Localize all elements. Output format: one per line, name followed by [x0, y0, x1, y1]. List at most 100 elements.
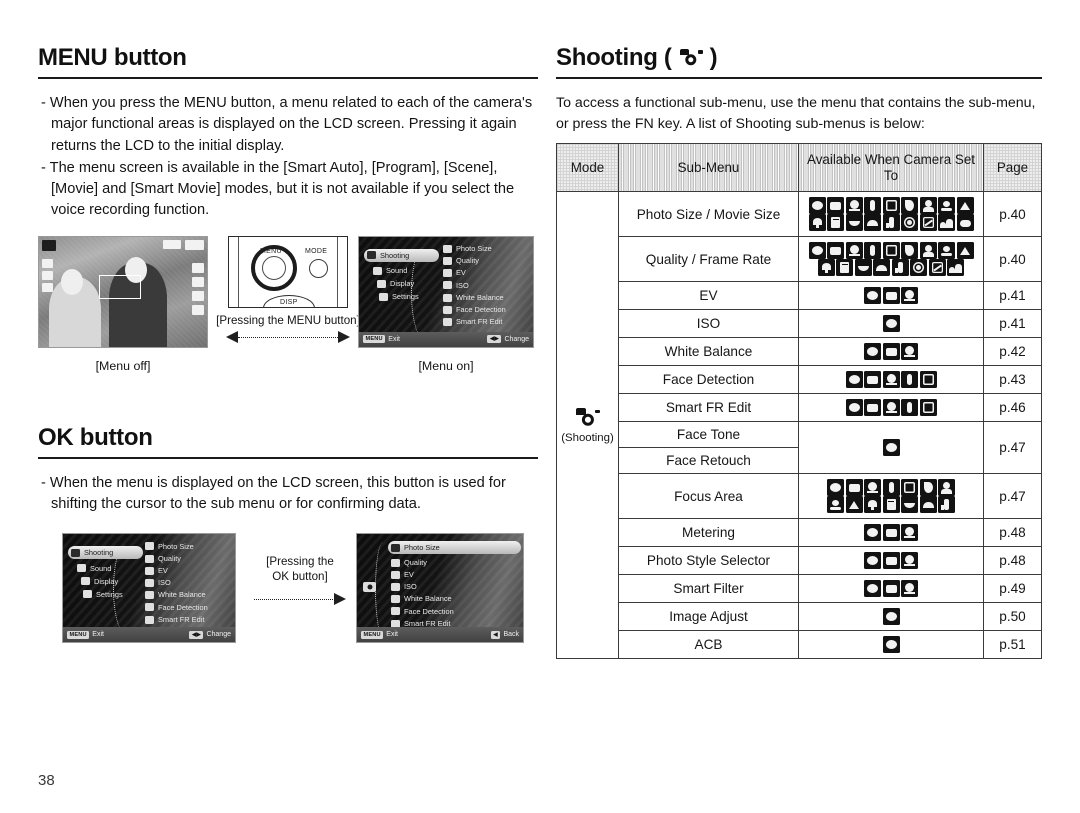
mode-availability-icon: [882, 287, 900, 305]
menu-item-display[interactable]: Display: [377, 280, 439, 288]
ok-menu-item-settings[interactable]: Settings: [83, 590, 143, 599]
availability-cell: [798, 309, 984, 339]
submenu-item-photo-size[interactable]: Photo Size: [443, 244, 533, 253]
submenu-item-quality[interactable]: Quality: [443, 256, 533, 266]
mode-availability-icon: [882, 580, 900, 598]
photo-size-icon: [145, 542, 154, 551]
mode-availability-icon: [901, 371, 918, 389]
ok-after-exit-action[interactable]: MENU Exit: [361, 630, 398, 639]
menu-change-action[interactable]: ◀▶ Change: [487, 335, 529, 344]
iso-icon: [443, 281, 452, 290]
ok-menu-item-display[interactable]: Display: [81, 577, 143, 586]
camera-icon: [676, 47, 706, 69]
mode-availability-icon: [882, 636, 900, 654]
dpad-icon: ◀▶: [189, 630, 204, 639]
submenu-item-face-detection[interactable]: Face Detection: [443, 305, 533, 315]
ok-menu-change-action[interactable]: ◀▶ Change: [189, 630, 231, 639]
availability-cell: [798, 602, 984, 632]
sub-menu-cell: Smart FR Edit: [618, 393, 799, 423]
menu-key-badge: MENU: [361, 630, 384, 639]
mode-icon-group: [803, 399, 979, 417]
menu-bottom-bar: MENU Exit ◀▶ Change: [359, 331, 533, 347]
mode-availability-icon: [827, 479, 844, 497]
diagram-edge-left: [238, 236, 240, 307]
ok-button-heading: OK button: [38, 424, 538, 457]
table-row: (Shooting) Photo Size / Movie Size p.40: [556, 191, 1042, 660]
af-frame: [99, 274, 141, 299]
submenu-quality-label: Quality: [456, 256, 480, 266]
page-cell: p.51: [983, 630, 1042, 660]
osd-counter: [163, 239, 181, 249]
ok-menu-exit-action[interactable]: MENU Exit: [67, 630, 104, 639]
availability-cell: [798, 337, 984, 367]
ok-submenu-ev[interactable]: EV: [145, 567, 235, 575]
white-balance-icon: [391, 595, 400, 604]
ok-after-face-detection-label: Face Detection: [404, 606, 454, 616]
mode-availability-icon: [901, 197, 918, 215]
mode-availability-icon: [919, 496, 937, 514]
face-detection-icon: [391, 607, 400, 616]
submenu-face-detection-label: Face Detection: [456, 305, 506, 315]
sound-icon: [77, 564, 86, 573]
mode-availability-icon: [882, 496, 900, 514]
ok-after-item-iso[interactable]: ISO: [391, 583, 521, 591]
page-cell: p.48: [983, 546, 1042, 576]
ok-menu-change-label: Change: [206, 631, 231, 639]
ok-after-item-photo-size[interactable]: Photo Size: [388, 541, 521, 555]
osd-right-3: [192, 290, 204, 301]
ok-submenu-iso[interactable]: ISO: [145, 578, 235, 587]
ok-after-item-smart-fr-edit[interactable]: Smart FR Edit: [391, 619, 521, 628]
camera-mode-icon: [363, 582, 376, 593]
table-row: Focus Area p.47: [557, 473, 1042, 520]
menu-item-shooting-label: Shooting: [380, 250, 410, 260]
mode-availability-icon: [882, 242, 900, 260]
mode-availability-icon: [891, 259, 909, 277]
menu-item-shooting[interactable]: Shooting: [364, 248, 439, 262]
shooting-intro: To access a functional sub-menu, use the…: [556, 95, 1036, 132]
menu-exit-action[interactable]: MENU Exit: [363, 335, 400, 344]
mode-availability-icon: [845, 399, 863, 417]
shooting-submenu-table: Mode Sub-Menu Available When Camera Set …: [556, 143, 1042, 660]
sub-menu-cell: Quality / Frame Rate: [618, 236, 799, 283]
ok-submenu-quality[interactable]: Quality: [145, 554, 235, 563]
ok-button-center: [262, 255, 286, 280]
ok-submenu-smart-fr-edit[interactable]: Smart FR Edit: [145, 615, 235, 624]
submenu-item-ev[interactable]: EV: [443, 269, 533, 278]
iso-icon: [145, 578, 154, 587]
menu-item-settings[interactable]: Settings: [379, 293, 439, 301]
mode-availability-icon: [956, 242, 974, 260]
display-icon: [377, 279, 386, 288]
ok-submenu-white-balance[interactable]: White Balance: [145, 591, 235, 600]
submenu-item-smart-fr-edit[interactable]: Smart FR Edit: [443, 318, 533, 326]
quality-icon: [145, 554, 154, 563]
osd-right-2: [192, 276, 204, 287]
mode-availability-icon: [901, 580, 918, 598]
availability-cell: [798, 473, 984, 520]
submenu-item-iso[interactable]: ISO: [443, 281, 533, 290]
ok-after-item-quality[interactable]: Quality: [391, 558, 521, 567]
arrow-head-left: [226, 330, 238, 343]
ok-after-item-white-balance[interactable]: White Balance: [391, 595, 521, 604]
dpad-left-icon: ◀: [490, 630, 501, 639]
lcd-ok-after: Photo Size Quality EV ISO White Balance …: [356, 533, 524, 644]
photo-size-icon: [443, 244, 452, 253]
ok-after-back-action[interactable]: ◀ Back: [490, 630, 519, 639]
mode-availability-icon: [864, 552, 881, 570]
submenu-item-white-balance[interactable]: White Balance: [443, 293, 533, 302]
ok-submenu-photo-size[interactable]: Photo Size: [145, 542, 235, 551]
ok-after-item-face-detection[interactable]: Face Detection: [391, 606, 521, 616]
osd-battery-icon: [185, 239, 204, 250]
ok-after-item-ev[interactable]: EV: [391, 571, 521, 579]
mode-availability-icon: [864, 197, 881, 215]
ok-menu-item-shooting[interactable]: Shooting: [68, 546, 143, 560]
page-cell: p.41: [983, 281, 1042, 311]
mode-availability-icon: [901, 343, 918, 361]
table-row: Smart Filter p.49: [557, 574, 1042, 604]
sub-menu-cell: Smart Filter: [618, 574, 799, 604]
menu-item-sound[interactable]: Sound: [373, 267, 439, 275]
mode-shooting-cell: (Shooting): [556, 191, 619, 660]
mode-availability-icon: [882, 197, 900, 215]
white-balance-icon: [443, 293, 452, 302]
ok-menu-item-sound[interactable]: Sound: [77, 564, 143, 573]
ok-submenu-face-detection[interactable]: Face Detection: [145, 603, 235, 612]
